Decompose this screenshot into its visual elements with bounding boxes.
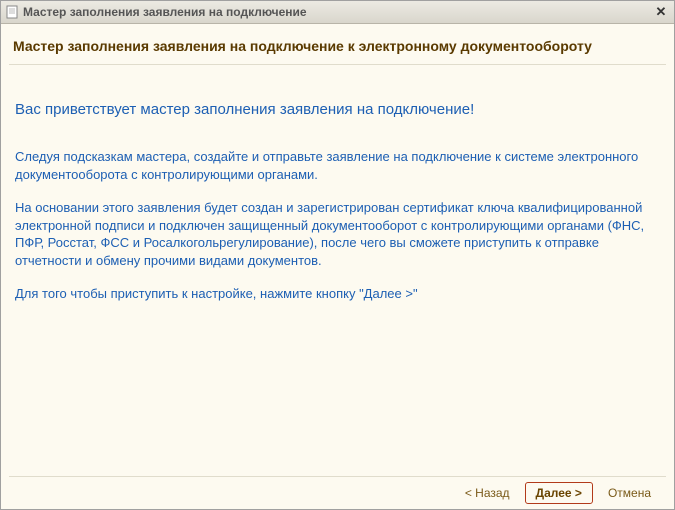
content-area: Мастер заполнения заявления на подключен… xyxy=(1,24,674,509)
paragraph-3: Для того чтобы приступить к настройке, н… xyxy=(15,285,645,303)
page-heading: Мастер заполнения заявления на подключен… xyxy=(9,32,666,65)
footer-bar: < Назад Далее > Отмена xyxy=(9,476,666,509)
window-title: Мастер заполнения заявления на подключен… xyxy=(23,5,652,19)
back-button[interactable]: < Назад xyxy=(456,482,519,504)
paragraph-1: Следуя подсказкам мастера, создайте и от… xyxy=(15,148,645,183)
title-bar: Мастер заполнения заявления на подключен… xyxy=(1,1,674,24)
welcome-text: Вас приветствует мастер заполнения заявл… xyxy=(15,101,660,118)
body-area: Вас приветствует мастер заполнения заявл… xyxy=(9,71,666,476)
document-icon xyxy=(5,5,19,19)
close-icon[interactable]: ✕ xyxy=(652,4,670,20)
paragraph-2: На основании этого заявления будет созда… xyxy=(15,199,645,269)
cancel-button[interactable]: Отмена xyxy=(599,482,660,504)
next-button[interactable]: Далее > xyxy=(525,482,593,504)
wizard-window: Мастер заполнения заявления на подключен… xyxy=(0,0,675,510)
